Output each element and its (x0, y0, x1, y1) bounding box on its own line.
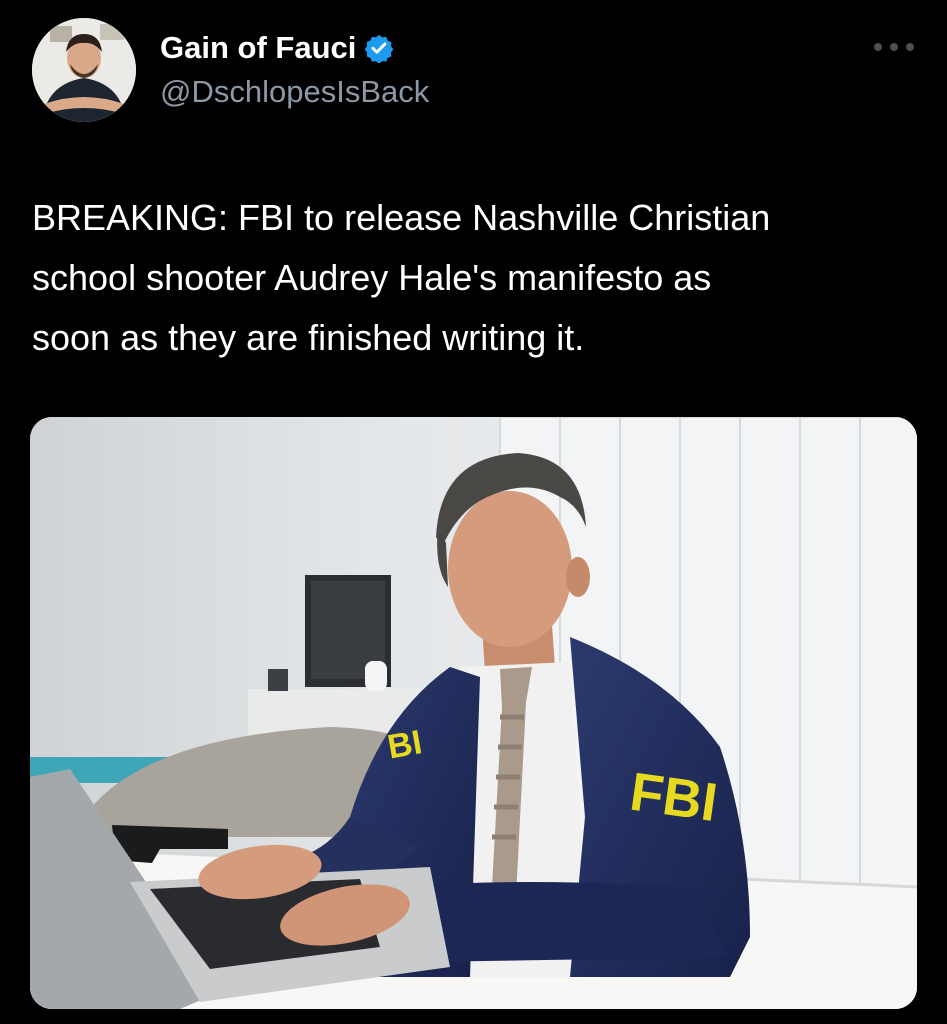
more-dot (874, 43, 882, 51)
author-name-row[interactable]: Gain of Fauci (160, 30, 394, 66)
avatar[interactable] (32, 18, 136, 122)
jacket-fbi-text: FBI (626, 762, 721, 834)
more-dot (906, 43, 914, 51)
verified-badge-icon (364, 33, 394, 64)
fbi-agent-photo: FBI BI (30, 417, 917, 1009)
svg-text:BI: BI (385, 723, 425, 766)
avatar-photo (32, 18, 136, 122)
more-dot (890, 43, 898, 51)
more-options-icon[interactable] (874, 38, 914, 56)
tweet-media-photo[interactable]: FBI BI (30, 417, 917, 1009)
author-display-name[interactable]: Gain of Fauci (160, 30, 356, 66)
author-handle[interactable]: @DschlopesIsBack (160, 74, 429, 110)
tweet-text: BREAKING: FBI to release Nashville Chris… (32, 197, 771, 358)
